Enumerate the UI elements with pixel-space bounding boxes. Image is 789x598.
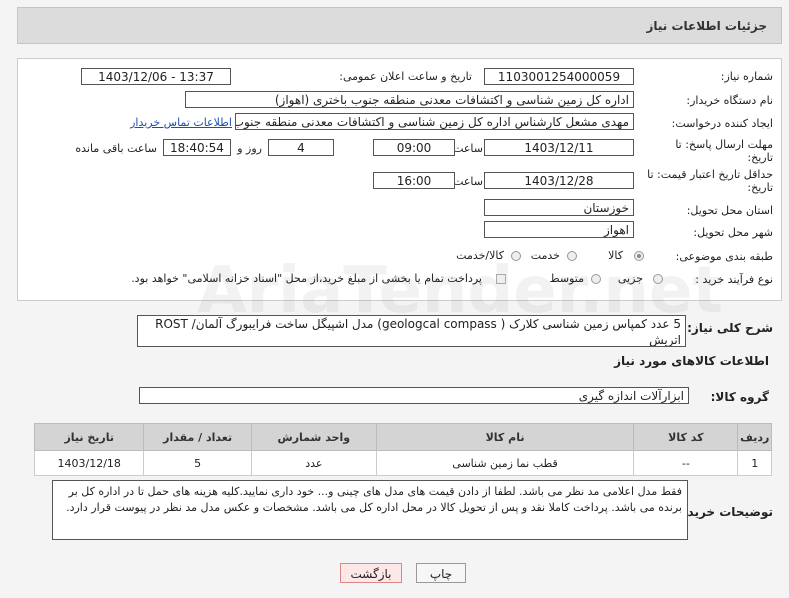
time-remaining-label: ساعت باقی مانده — [75, 142, 157, 155]
category-radio-goods[interactable] — [634, 251, 644, 261]
goods-table: ردیف کد کالا نام کالا واحد شمارش تعداد /… — [33, 423, 772, 476]
col-unit: واحد شمارش — [250, 423, 377, 451]
print-button[interactable]: چاپ — [416, 563, 466, 583]
announce-field: 1403/12/06 - 13:37 — [81, 68, 231, 85]
city-label: شهر محل تحویل: — [693, 226, 773, 239]
city-field: اهواز — [484, 221, 634, 238]
category-radio-service[interactable] — [567, 251, 577, 261]
days-label: روز و — [237, 142, 262, 155]
col-date: تاریخ نیاز — [33, 423, 145, 451]
province-field: خوزستان — [484, 199, 634, 216]
need-number-field: 1103001254000059 — [484, 68, 634, 85]
time-remaining-field: 18:40:54 — [163, 139, 231, 156]
deadline-label: مهلت ارسال پاسخ: تا — [675, 138, 773, 151]
goods-group-label: گروه کالا: — [710, 390, 769, 404]
category-option-goods-service: کالا/خدمت — [456, 249, 504, 262]
validity-time-label: ساعت — [453, 175, 483, 188]
cell-code: -- — [633, 450, 739, 476]
cell-name: قطب نما زمین شناسی — [375, 450, 635, 476]
col-code: کد کالا — [633, 423, 739, 451]
validity-label: حداقل تاریخ اعتبار قیمت: تا — [647, 168, 773, 181]
validity-date-label: تاریخ: — [747, 181, 773, 194]
category-radio-goods-service[interactable] — [511, 251, 521, 261]
table-row: 1 -- قطب نما زمین شناسی عدد 5 1403/12/18 — [33, 450, 772, 476]
col-row: ردیف — [737, 423, 772, 451]
announce-label: تاریخ و ساعت اعلان عمومی: — [339, 70, 472, 83]
cell-row: 1 — [737, 450, 772, 476]
description-label: شرح کلی نیاز: — [687, 321, 773, 335]
cell-unit: عدد — [250, 450, 377, 476]
days-remaining-field: 4 — [268, 139, 334, 156]
process-option-minor: جزیی — [617, 272, 643, 285]
need-number-label: شماره نیاز: — [720, 70, 773, 83]
contact-info-link[interactable]: اطلاعات تماس خریدار — [130, 116, 232, 129]
deadline-date-field: 1403/12/11 — [484, 139, 634, 156]
validity-date-field: 1403/12/28 — [484, 172, 634, 189]
goods-section-title: اطلاعات کالاهای مورد نیاز — [614, 354, 769, 368]
buyer-field: اداره کل زمین شناسی و اکتشافات معدنی منط… — [185, 91, 634, 108]
buyer-label: نام دستگاه خریدار: — [686, 94, 773, 107]
category-option-service: خدمت — [530, 249, 560, 262]
province-label: استان محل تحویل: — [686, 204, 773, 217]
goods-group-field: ابزارآلات اندازه گیری — [139, 387, 689, 404]
deadline-time-field: 09:00 — [373, 139, 455, 156]
treasury-payment-note: پرداخت تمام یا بخشی از مبلغ خرید،از محل … — [131, 272, 482, 285]
header-panel: جزئیات اطلاعات نیاز — [17, 7, 782, 44]
goods-table-header: ردیف کد کالا نام کالا واحد شمارش تعداد /… — [33, 423, 772, 451]
deadline-time-label: ساعت — [453, 142, 483, 155]
page-title: جزئیات اطلاعات نیاز — [646, 19, 767, 33]
buyer-notes-textarea[interactable]: فقط مدل اعلامی مد نظر می باشد. لطفا از د… — [52, 480, 688, 540]
back-button[interactable]: بازگشت — [340, 563, 402, 583]
category-label: طبقه بندی موضوعی: — [675, 250, 773, 263]
process-option-medium: متوسط — [549, 272, 584, 285]
deadline-date-label: تاریخ: — [747, 151, 773, 164]
category-option-goods: کالا — [608, 249, 623, 262]
process-radio-minor[interactable] — [653, 274, 663, 284]
creator-label: ایجاد کننده درخواست: — [671, 117, 773, 130]
validity-time-field: 16:00 — [373, 172, 455, 189]
cell-qty: 5 — [143, 450, 252, 476]
description-textarea[interactable]: 5 عدد کمپاس زمین شناسی کلارک ( geologcal… — [137, 315, 686, 347]
treasury-payment-checkbox[interactable] — [496, 274, 506, 284]
process-radio-medium[interactable] — [591, 274, 601, 284]
cell-date: 1403/12/18 — [33, 450, 145, 476]
col-qty: تعداد / مقدار — [143, 423, 252, 451]
process-label: نوع فرآیند خرید : — [695, 273, 773, 286]
col-name: نام کالا — [375, 423, 635, 451]
creator-field: مهدی مشعل کارشناس اداره کل زمین شناسی و … — [235, 113, 634, 130]
